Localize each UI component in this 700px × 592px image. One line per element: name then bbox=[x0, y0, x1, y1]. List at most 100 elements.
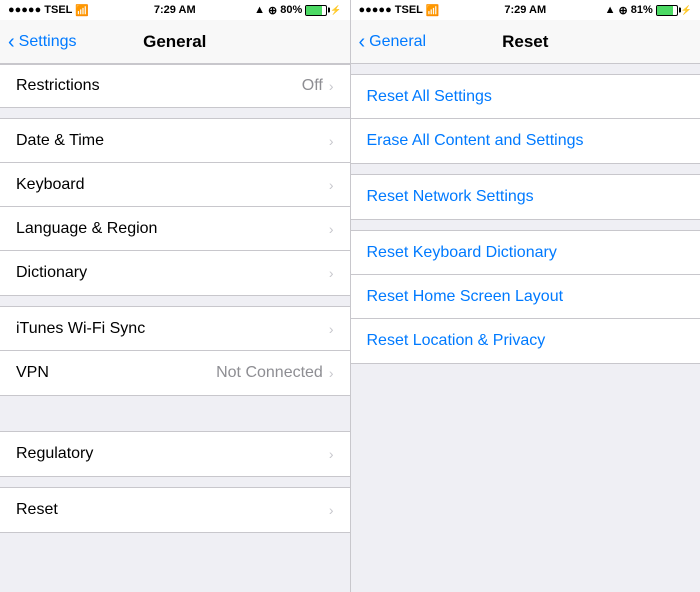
right-bluetooth-icon: ⊕ bbox=[619, 4, 628, 17]
right-group-3: Reset Keyboard Dictionary Reset Home Scr… bbox=[351, 230, 700, 364]
reset-nav-item[interactable]: Reset › bbox=[0, 488, 350, 532]
itunes-wifi-item[interactable]: iTunes Wi-Fi Sync › bbox=[0, 307, 350, 351]
left-back-label: Settings bbox=[19, 33, 77, 51]
left-status-right: ▲ ⊕ 80% ⚡ bbox=[254, 4, 341, 17]
restrictions-value: Off bbox=[302, 77, 323, 95]
right-sep-top bbox=[351, 64, 700, 74]
keyboard-right: › bbox=[329, 177, 334, 193]
vpn-chevron-icon: › bbox=[329, 365, 334, 381]
reset-network-item[interactable]: Reset Network Settings bbox=[351, 175, 700, 219]
right-status-bar: ●●●●● TSEL 📶 7:29 AM ▲ ⊕ 81% ⚡ bbox=[351, 0, 700, 20]
left-panel: Restrictions Off › Date & Time › Keyboar… bbox=[0, 64, 350, 592]
regulatory-right: › bbox=[329, 446, 334, 462]
left-wifi-icon: 📶 bbox=[75, 4, 89, 17]
language-region-label: Language & Region bbox=[16, 220, 157, 238]
left-bluetooth-icon: ⊕ bbox=[268, 4, 277, 17]
dictionary-right: › bbox=[329, 265, 334, 281]
left-battery-pct: 80% bbox=[280, 4, 302, 16]
date-time-label: Date & Time bbox=[16, 132, 104, 150]
main-content: Restrictions Off › Date & Time › Keyboar… bbox=[0, 64, 700, 592]
date-time-right: › bbox=[329, 133, 334, 149]
right-battery-icon bbox=[656, 5, 678, 16]
left-group-1: Date & Time › Keyboard › Language & Regi… bbox=[0, 118, 350, 296]
left-group-4: Reset › bbox=[0, 487, 350, 533]
right-group-2: Reset Network Settings bbox=[351, 174, 700, 220]
left-charging-icon: ⚡ bbox=[330, 5, 341, 16]
right-panel: Reset All Settings Erase All Content and… bbox=[351, 64, 700, 592]
reset-all-settings-item[interactable]: Reset All Settings bbox=[351, 75, 700, 119]
right-group-1: Reset All Settings Erase All Content and… bbox=[351, 74, 700, 164]
right-status-left: ●●●●● TSEL 📶 bbox=[359, 4, 440, 17]
right-battery-pct: 81% bbox=[631, 4, 653, 16]
keyboard-chevron-icon: › bbox=[329, 177, 334, 193]
language-region-item[interactable]: Language & Region › bbox=[0, 207, 350, 251]
left-group-3: Regulatory › bbox=[0, 431, 350, 477]
restrictions-item[interactable]: Restrictions Off › bbox=[0, 64, 350, 108]
right-sep-2 bbox=[351, 220, 700, 230]
reset-nav-label: Reset bbox=[16, 501, 58, 519]
itunes-wifi-label: iTunes Wi-Fi Sync bbox=[16, 320, 145, 338]
erase-all-content-item[interactable]: Erase All Content and Settings bbox=[351, 119, 700, 163]
keyboard-label: Keyboard bbox=[16, 176, 85, 194]
restrictions-chevron-icon: › bbox=[329, 78, 334, 94]
regulatory-item[interactable]: Regulatory › bbox=[0, 432, 350, 476]
right-nav-header: ‹ General Reset bbox=[351, 20, 700, 64]
left-arrow-icon: ▲ bbox=[254, 4, 265, 16]
dictionary-item[interactable]: Dictionary › bbox=[0, 251, 350, 295]
sep-2 bbox=[0, 396, 350, 431]
sep-1 bbox=[0, 296, 350, 306]
regulatory-chevron-icon: › bbox=[329, 446, 334, 462]
sep-3 bbox=[0, 477, 350, 487]
left-status-bar: ●●●●● TSEL 📶 7:29 AM ▲ ⊕ 80% ⚡ bbox=[0, 0, 350, 20]
itunes-wifi-chevron-icon: › bbox=[329, 321, 334, 337]
vpn-right: Not Connected › bbox=[216, 364, 333, 382]
dictionary-chevron-icon: › bbox=[329, 265, 334, 281]
right-time: 7:29 AM bbox=[504, 4, 546, 16]
reset-home-screen-label: Reset Home Screen Layout bbox=[367, 288, 564, 306]
regulatory-label: Regulatory bbox=[16, 445, 93, 463]
reset-location-label: Reset Location & Privacy bbox=[367, 332, 546, 350]
left-nav-header: ‹ Settings General bbox=[0, 20, 350, 64]
dictionary-label: Dictionary bbox=[16, 264, 87, 282]
language-region-chevron-icon: › bbox=[329, 221, 334, 237]
right-nav-title: Reset bbox=[502, 32, 548, 52]
itunes-wifi-right: › bbox=[329, 321, 334, 337]
restrictions-label: Restrictions bbox=[16, 77, 100, 95]
language-region-right: › bbox=[329, 221, 334, 237]
reset-location-item[interactable]: Reset Location & Privacy bbox=[351, 319, 700, 363]
right-signal: ●●●●● TSEL bbox=[359, 4, 423, 16]
sep-after-restrictions bbox=[0, 108, 350, 118]
keyboard-item[interactable]: Keyboard › bbox=[0, 163, 350, 207]
left-status-left: ●●●●● TSEL 📶 bbox=[8, 4, 89, 17]
left-back-chevron-icon: ‹ bbox=[8, 32, 15, 52]
left-back-button[interactable]: ‹ Settings bbox=[8, 32, 76, 52]
right-wifi-icon: 📶 bbox=[426, 4, 440, 17]
reset-keyboard-label: Reset Keyboard Dictionary bbox=[367, 244, 557, 262]
date-time-item[interactable]: Date & Time › bbox=[0, 119, 350, 163]
left-signal: ●●●●● TSEL bbox=[8, 4, 72, 16]
restrictions-right: Off › bbox=[302, 77, 334, 95]
vpn-item[interactable]: VPN Not Connected › bbox=[0, 351, 350, 395]
reset-nav-chevron-icon: › bbox=[329, 502, 334, 518]
vpn-label: VPN bbox=[16, 364, 49, 382]
right-status-right: ▲ ⊕ 81% ⚡ bbox=[605, 4, 692, 17]
right-arrow-icon: ▲ bbox=[605, 4, 616, 16]
reset-nav-right: › bbox=[329, 502, 334, 518]
reset-keyboard-item[interactable]: Reset Keyboard Dictionary bbox=[351, 231, 700, 275]
reset-all-settings-label: Reset All Settings bbox=[367, 88, 492, 106]
right-back-label: General bbox=[369, 33, 426, 51]
reset-home-screen-item[interactable]: Reset Home Screen Layout bbox=[351, 275, 700, 319]
left-time: 7:29 AM bbox=[154, 4, 196, 16]
erase-all-content-label: Erase All Content and Settings bbox=[367, 132, 584, 150]
right-charging-icon: ⚡ bbox=[681, 5, 692, 16]
reset-network-label: Reset Network Settings bbox=[367, 188, 534, 206]
left-nav-title: General bbox=[143, 32, 206, 52]
right-sep-1 bbox=[351, 164, 700, 174]
vpn-value: Not Connected bbox=[216, 364, 323, 382]
left-group-2: iTunes Wi-Fi Sync › VPN Not Connected › bbox=[0, 306, 350, 396]
right-back-chevron-icon: ‹ bbox=[359, 32, 366, 52]
right-back-button[interactable]: ‹ General bbox=[359, 32, 427, 52]
date-time-chevron-icon: › bbox=[329, 133, 334, 149]
nav-headers: ‹ Settings General ‹ General Reset bbox=[0, 20, 700, 64]
left-battery-icon bbox=[305, 5, 327, 16]
